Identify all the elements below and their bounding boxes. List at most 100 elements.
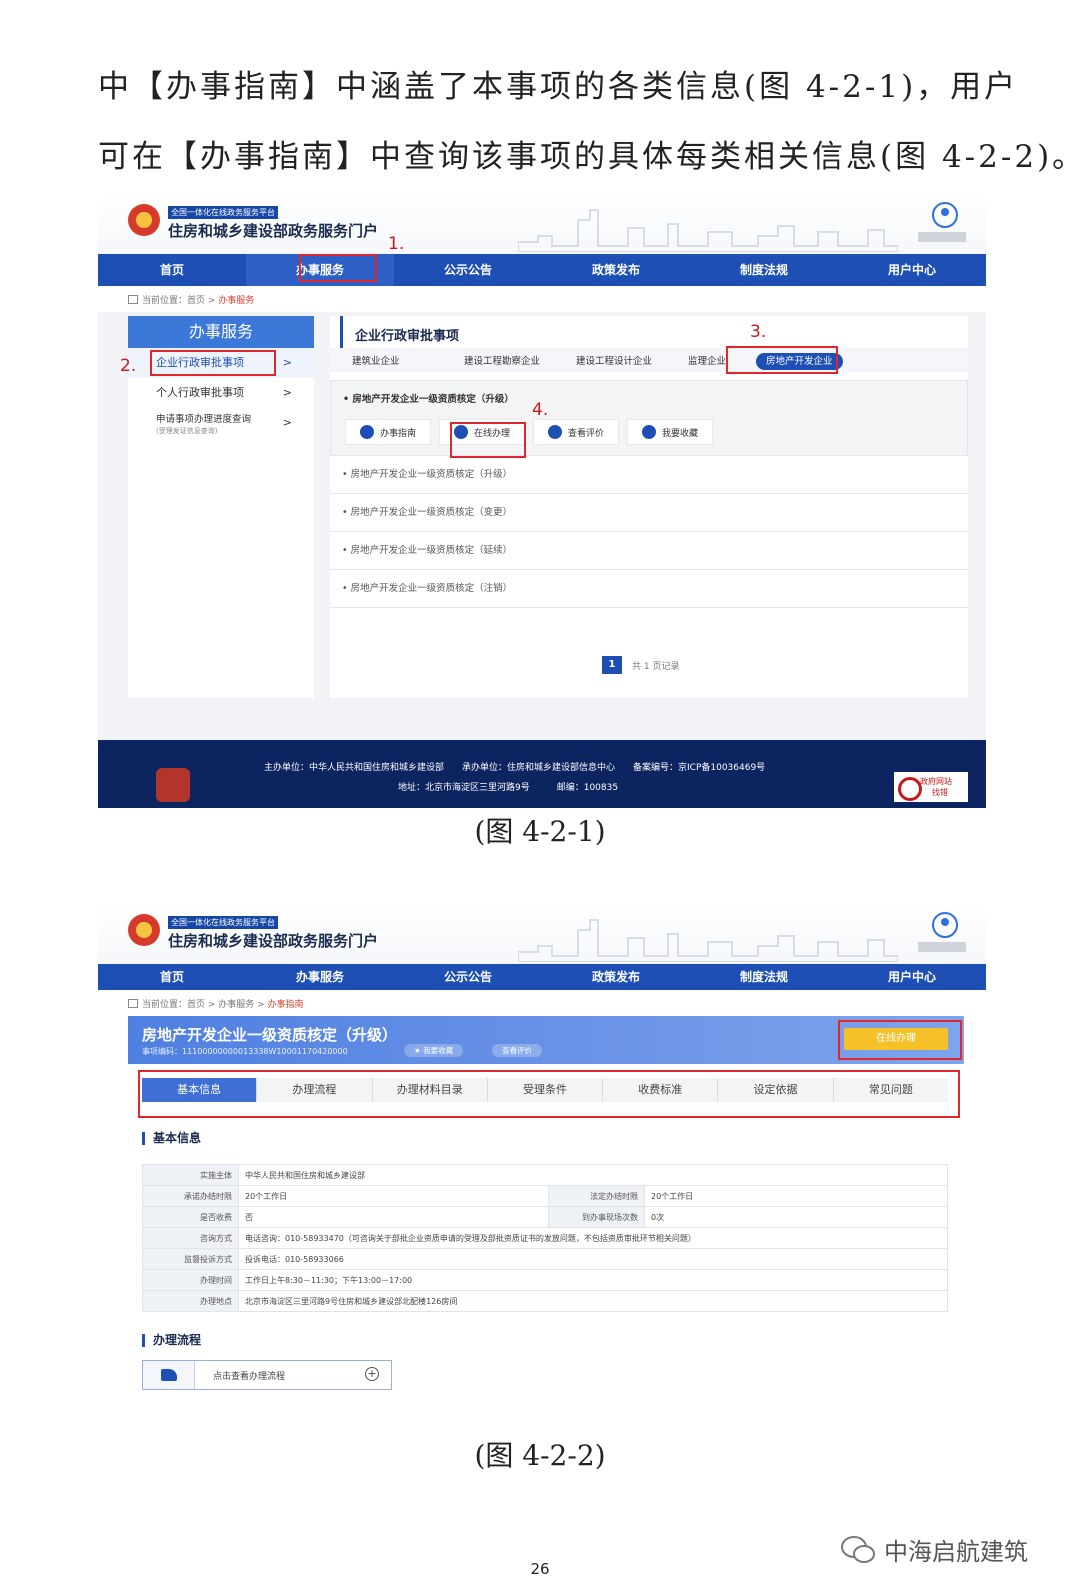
nav-regulations[interactable]: 制度法规 bbox=[690, 254, 838, 286]
section-process-title: 办理流程 bbox=[142, 1334, 201, 1347]
gov-site-error-badge[interactable]: 政府网站 找错 bbox=[894, 772, 968, 802]
services-body: 办事服务 企业行政审批事项 > 个人行政审批事项 > 申请事项办理进度查询 (受… bbox=[98, 312, 986, 740]
national-emblem-icon bbox=[128, 914, 160, 946]
figure-4-2-1-screenshot: 全国一体化在线政务服务平台 住房和城乡建设部政务服务门户 首页 办事服务 公示公… bbox=[98, 196, 986, 808]
item-code: 事项编码：11100000000013338W10001170420000 bbox=[142, 1047, 348, 1056]
user-name-blurred bbox=[918, 232, 966, 242]
portal-header: 全国一体化在线政务服务平台 住房和城乡建设部政务服务门户 bbox=[98, 196, 986, 254]
main-nav: 首页 办事服务 公示公告 政策发布 制度法规 用户中心 bbox=[98, 964, 986, 990]
portal-tag: 全国一体化在线政务服务平台 bbox=[168, 206, 278, 219]
user-avatar-icon[interactable] bbox=[932, 912, 958, 938]
list-item[interactable]: • 房地产开发企业一级资质核定（延续） bbox=[330, 532, 968, 570]
sidebar-item-label: 个人行政审批事项 bbox=[156, 386, 244, 399]
breadcrumb-prefix[interactable]: 当前位置：首页 > bbox=[142, 296, 215, 306]
breadcrumb-prefix[interactable]: 当前位置：首页 > 办事服务 > bbox=[142, 1000, 265, 1010]
main-nav: 首页 办事服务 公示公告 政策发布 制度法规 用户中心 bbox=[98, 254, 986, 286]
sidebar-item-progress-query[interactable]: 申请事项办理进度查询 (受理发证信息查询) > bbox=[128, 408, 314, 442]
breadcrumb: 当前位置：首页 > 办事服务 > 办事指南 bbox=[98, 990, 986, 1016]
list-item[interactable]: • 房地产开发企业一级资质核定（升级） bbox=[330, 456, 968, 494]
annotation-label-1: 1. bbox=[388, 234, 405, 254]
cell-key: 法定办结时限 bbox=[548, 1185, 645, 1207]
tab-materials[interactable]: 办理材料目录 bbox=[373, 1078, 488, 1102]
home-icon[interactable] bbox=[128, 999, 138, 1008]
figure-4-2-2-screenshot: 全国一体化在线政务服务平台 住房和城乡建设部政务服务门户 首页 办事服务 公示公… bbox=[98, 906, 986, 1444]
list-item[interactable]: • 房地产开发企业一级资质核定（变更） bbox=[330, 494, 968, 532]
figure-caption-1: (图 4-2-1) bbox=[474, 815, 606, 848]
sidebar-item-label: 企业行政审批事项 bbox=[156, 356, 244, 369]
badge-bottom-text: 找错 bbox=[932, 788, 948, 797]
expanded-item-panel: • 房地产开发企业一级资质核定（升级） 办事指南 在线办理 查看评价 我要收藏 bbox=[330, 380, 968, 456]
tab-survey[interactable]: 建设工程勘察企业 bbox=[464, 353, 576, 367]
table-row: 咨询方式 电话咨询：010-58933470（可咨询关于部批企业资质申请的受理及… bbox=[142, 1227, 948, 1249]
sidebar-item-enterprise-approval[interactable]: 企业行政审批事项 > bbox=[128, 348, 314, 378]
cell-key: 办理地点 bbox=[142, 1290, 239, 1312]
portal-title[interactable]: 住房和城乡建设部政务服务门户 bbox=[168, 930, 378, 951]
cell-value: 北京市海淀区三里河路9号住房和城乡建设部北配楼126房间 bbox=[238, 1290, 948, 1312]
view-rating-button[interactable]: 查看评价 bbox=[492, 1044, 542, 1057]
intro-line-1: 中【办事指南】中涵盖了本事项的各类信息(图 4-2-1)，用户 bbox=[98, 69, 1019, 105]
favorite-button[interactable]: ★ 我要收藏 bbox=[404, 1044, 464, 1057]
guide-button[interactable]: 办事指南 bbox=[345, 419, 432, 445]
tab-conditions[interactable]: 受理条件 bbox=[488, 1078, 604, 1102]
tab-design[interactable]: 建设工程设计企业 bbox=[576, 353, 688, 367]
tab-process[interactable]: 办理流程 bbox=[257, 1078, 373, 1102]
cell-key: 监督投诉方式 bbox=[142, 1248, 239, 1270]
expand-plus-icon[interactable]: + bbox=[365, 1367, 379, 1381]
table-row: 办理时间 工作日上午8:30－11:30；下午13:00－17:00 bbox=[142, 1269, 948, 1291]
badge-top-text: 政府网站 bbox=[920, 777, 952, 786]
nav-notices[interactable]: 公示公告 bbox=[394, 254, 542, 286]
tab-construction[interactable]: 建筑业企业 bbox=[352, 353, 464, 367]
home-icon[interactable] bbox=[128, 295, 138, 304]
user-icon bbox=[454, 425, 469, 439]
flow-icon bbox=[143, 1361, 195, 1389]
chevron-right-icon: > bbox=[282, 416, 292, 429]
tab-basis[interactable]: 设定依据 bbox=[718, 1078, 834, 1102]
view-process-label: 点击查看办理流程 bbox=[213, 1372, 286, 1382]
wechat-icon bbox=[841, 1535, 875, 1563]
nav-services[interactable]: 办事服务 bbox=[246, 964, 394, 990]
nav-services[interactable]: 办事服务 bbox=[246, 254, 394, 286]
online-handle-button[interactable]: 在线办理 bbox=[844, 1028, 948, 1050]
cell-key: 是否收费 bbox=[142, 1206, 239, 1228]
favorite-button[interactable]: 我要收藏 bbox=[627, 419, 714, 445]
view-rating-button[interactable]: 查看评价 bbox=[533, 419, 620, 445]
tab-real-estate[interactable]: 房地产开发企业 bbox=[756, 353, 868, 370]
footer-line-2: 地址：北京市海淀区三里河路9号 邮编：100835 bbox=[398, 783, 619, 793]
nav-home[interactable]: 首页 bbox=[98, 254, 246, 286]
portal-title[interactable]: 住房和城乡建设部政务服务门户 bbox=[168, 220, 378, 241]
table-row: 是否收费 否 到办事现场次数 0次 bbox=[142, 1206, 948, 1228]
tab-basic-info[interactable]: 基本信息 bbox=[142, 1078, 258, 1102]
guide-tabs: 基本信息 办理流程 办理材料目录 受理条件 收费标准 设定依据 常见问题 bbox=[142, 1078, 948, 1102]
portal-tag: 全国一体化在线政务服务平台 bbox=[168, 916, 278, 929]
expanded-item-name[interactable]: • 房地产开发企业一级资质核定（升级） bbox=[331, 381, 967, 405]
online-handle-button[interactable]: 在线办理 bbox=[439, 419, 526, 445]
tab-faq[interactable]: 常见问题 bbox=[834, 1078, 948, 1102]
tab-supervision[interactable]: 监理企业 bbox=[688, 353, 756, 367]
chevron-right-icon: > bbox=[282, 386, 292, 399]
star-icon bbox=[642, 425, 657, 439]
user-name-blurred bbox=[918, 942, 966, 952]
page-1-button[interactable]: 1 bbox=[602, 656, 622, 674]
skyline-decoration-icon bbox=[518, 919, 898, 962]
nav-user-center[interactable]: 用户中心 bbox=[838, 254, 986, 286]
nav-notices[interactable]: 公示公告 bbox=[394, 964, 542, 990]
comment-icon bbox=[548, 425, 563, 439]
watermark: 中海启航建筑 bbox=[840, 1532, 1028, 1567]
watermark-text: 中海启航建筑 bbox=[884, 1538, 1028, 1566]
nav-policies[interactable]: 政策发布 bbox=[542, 964, 690, 990]
nav-user-center[interactable]: 用户中心 bbox=[838, 964, 986, 990]
party-emblem-icon bbox=[156, 768, 190, 802]
nav-home[interactable]: 首页 bbox=[98, 964, 246, 990]
portal-header: 全国一体化在线政务服务平台 住房和城乡建设部政务服务门户 bbox=[98, 906, 986, 964]
annotation-label-3: 3. bbox=[750, 322, 767, 342]
item-actions: 办事指南 在线办理 查看评价 我要收藏 bbox=[331, 405, 967, 445]
nav-regulations[interactable]: 制度法规 bbox=[690, 964, 838, 990]
sidebar-item-personal-approval[interactable]: 个人行政审批事项 > bbox=[128, 378, 314, 408]
list-item[interactable]: • 房地产开发企业一级资质核定（注销） bbox=[330, 570, 968, 608]
user-avatar-icon[interactable] bbox=[932, 202, 958, 228]
tab-fees[interactable]: 收费标准 bbox=[603, 1078, 719, 1102]
sidebar: 办事服务 企业行政审批事项 > 个人行政审批事项 > 申请事项办理进度查询 (受… bbox=[128, 316, 314, 698]
chevron-right-icon: > bbox=[282, 356, 292, 369]
view-process-link[interactable]: 点击查看办理流程 + bbox=[142, 1360, 392, 1390]
nav-policies[interactable]: 政策发布 bbox=[542, 254, 690, 286]
